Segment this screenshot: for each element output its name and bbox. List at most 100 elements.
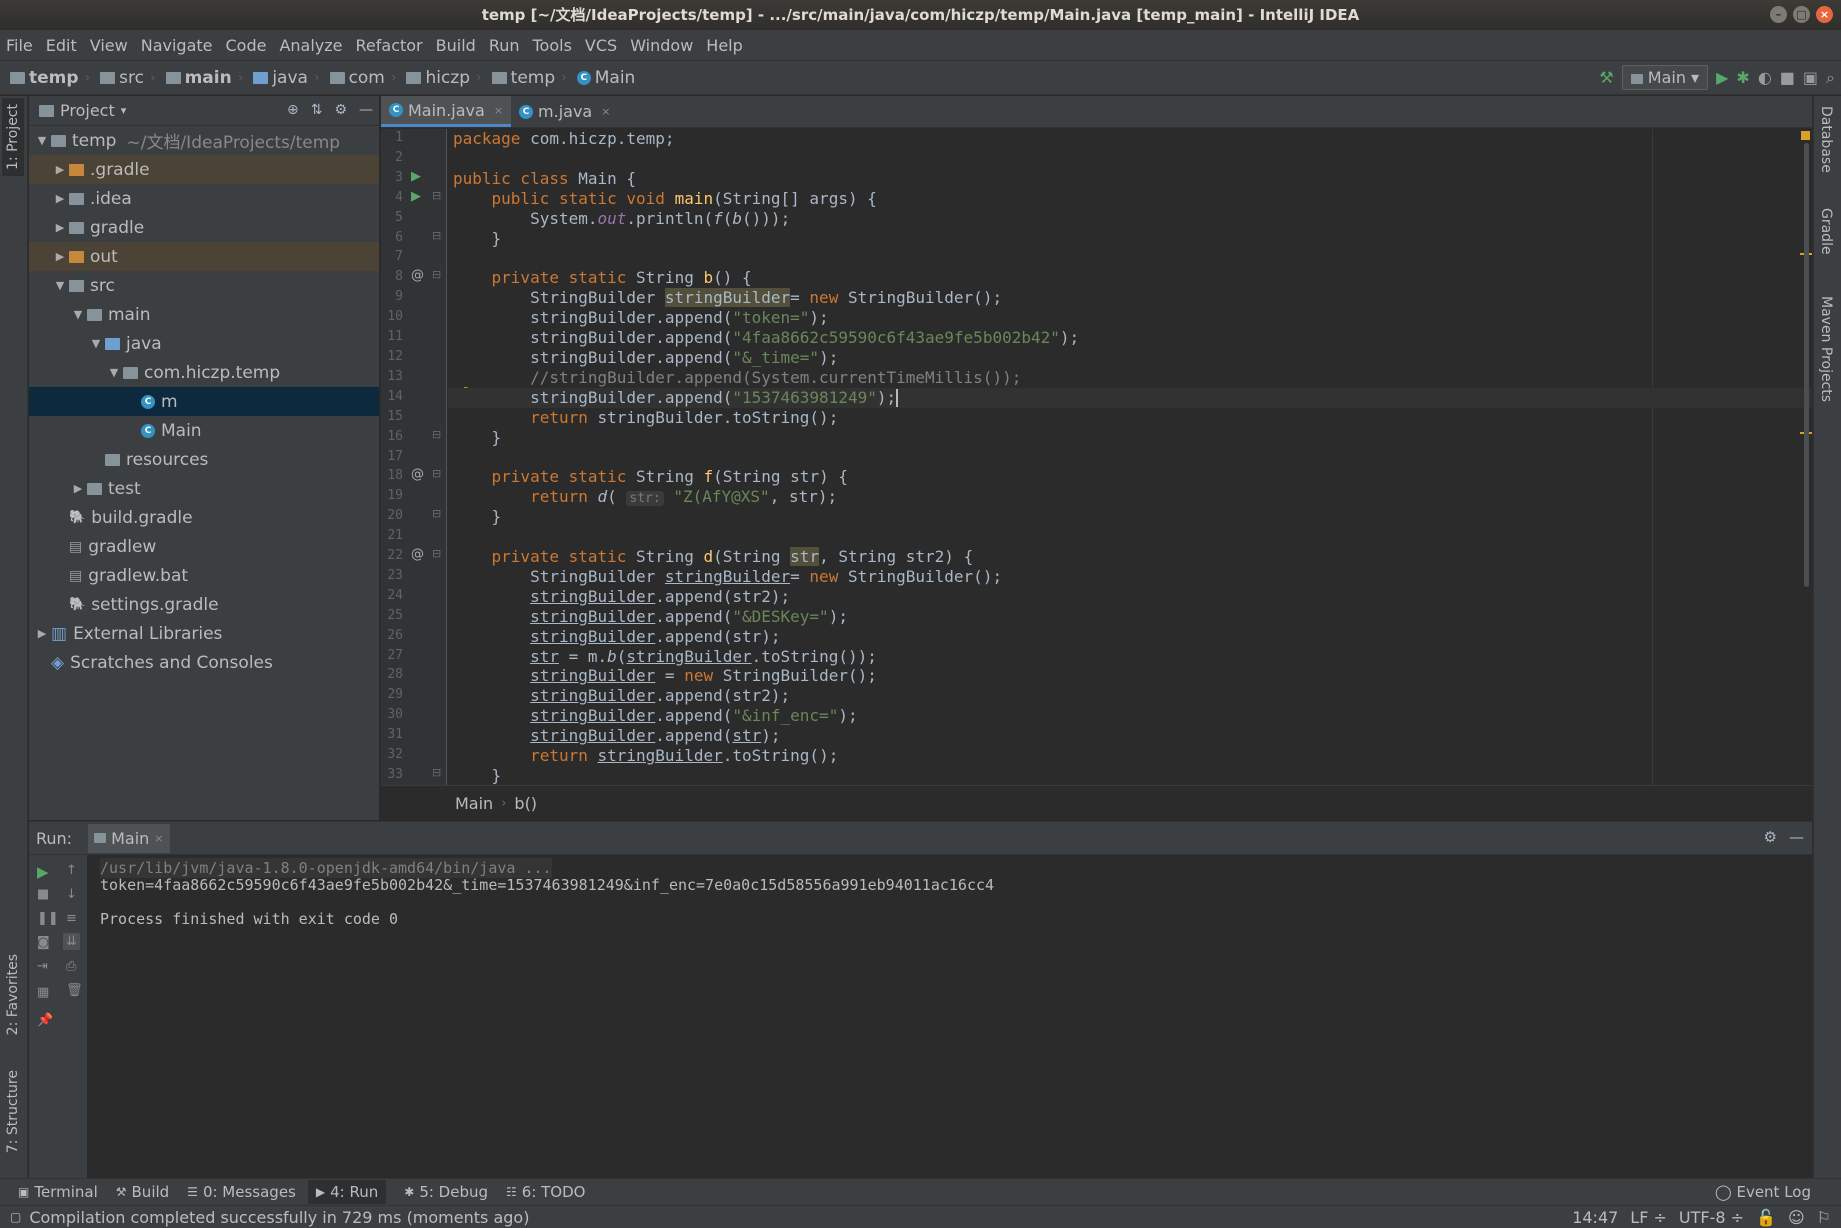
tab-maven-projects[interactable]: Maven Projects bbox=[1818, 296, 1834, 402]
gear-icon[interactable]: ⚙ bbox=[1764, 828, 1777, 846]
bottom-tab-5-debug[interactable]: ✱ 5: Debug bbox=[404, 1183, 488, 1201]
menu-window[interactable]: Window bbox=[630, 36, 693, 55]
tree-item-java[interactable]: ▼ java bbox=[29, 329, 379, 358]
menu-analyze[interactable]: Analyze bbox=[279, 36, 342, 55]
menu-refactor[interactable]: Refactor bbox=[356, 36, 423, 55]
hector-icon[interactable]: ☺ bbox=[1788, 1208, 1805, 1227]
tree-item-scratches-and-consoles[interactable]: ◈ Scratches and Consoles bbox=[29, 648, 379, 677]
tree-item-src[interactable]: ▼ src bbox=[29, 271, 379, 300]
debug-icon[interactable]: ✱ bbox=[1736, 68, 1749, 87]
tree-item-gradlew[interactable]: ▤ gradlew bbox=[29, 532, 379, 561]
run-icon[interactable]: ▶ bbox=[1716, 68, 1728, 87]
tree-item-gradlew-bat[interactable]: ▤ gradlew.bat bbox=[29, 561, 379, 590]
tab-database[interactable]: Database bbox=[1818, 106, 1834, 173]
locate-icon[interactable]: ⊕ bbox=[287, 102, 299, 118]
breadcrumb-class[interactable]: Main bbox=[455, 794, 493, 813]
tree-item-external-libraries[interactable]: ▶ ▥ External Libraries bbox=[29, 619, 379, 648]
maximize-icon[interactable]: □ bbox=[1793, 6, 1810, 23]
lock-icon[interactable]: 🔓 bbox=[1756, 1208, 1776, 1227]
stop-icon[interactable]: ■ bbox=[37, 887, 49, 902]
menu-run[interactable]: Run bbox=[489, 36, 520, 55]
tree-item-test[interactable]: ▶ test bbox=[29, 474, 379, 503]
caret-position[interactable]: 14:47 bbox=[1572, 1208, 1618, 1227]
menu-build[interactable]: Build bbox=[436, 36, 476, 55]
fold-icon[interactable]: ⊟ bbox=[432, 428, 441, 441]
fold-icon[interactable]: ⊟ bbox=[432, 189, 441, 202]
tree-item-main[interactable]: C Main bbox=[29, 416, 379, 445]
breadcrumb-item[interactable]: java bbox=[253, 68, 308, 88]
tab-gradle[interactable]: Gradle bbox=[1818, 208, 1834, 255]
collapsed-arrow-icon[interactable]: ▶ bbox=[69, 482, 87, 495]
menu-view[interactable]: View bbox=[90, 36, 128, 55]
breadcrumb-item[interactable]: hiczp bbox=[406, 68, 470, 88]
line-separator[interactable]: LF ÷ bbox=[1630, 1208, 1667, 1227]
up-arrow-icon[interactable]: ↑ bbox=[66, 863, 77, 878]
fold-icon[interactable]: ⊟ bbox=[432, 268, 441, 281]
fold-icon[interactable]: ⊟ bbox=[432, 766, 441, 779]
collapse-all-icon[interactable]: ⇅ bbox=[311, 102, 323, 118]
breadcrumb-item[interactable]: C Main bbox=[576, 68, 635, 88]
close-icon[interactable]: × bbox=[1816, 6, 1833, 23]
breadcrumb-item[interactable]: temp bbox=[491, 68, 555, 88]
gear-icon[interactable]: ⚙ bbox=[334, 102, 347, 118]
override-gutter-icon[interactable]: @ bbox=[411, 467, 424, 482]
file-encoding[interactable]: UTF-8 ÷ bbox=[1679, 1208, 1744, 1227]
collapsed-arrow-icon[interactable]: ▶ bbox=[33, 627, 51, 640]
menu-tools[interactable]: Tools bbox=[533, 36, 572, 55]
tree-item-temp[interactable]: ▼ temp ~/文档/IdeaProjects/temp bbox=[29, 126, 379, 155]
stop-icon[interactable]: ■ bbox=[1780, 68, 1795, 87]
expanded-arrow-icon[interactable]: ▼ bbox=[51, 279, 69, 292]
tree-item-gradle[interactable]: ▶ gradle bbox=[29, 213, 379, 242]
search-icon[interactable]: ⌕ bbox=[1826, 68, 1835, 88]
tree-item-m[interactable]: Cm bbox=[29, 387, 379, 416]
close-tab-icon[interactable]: × bbox=[601, 105, 610, 118]
fold-icon[interactable]: ⊟ bbox=[432, 507, 441, 520]
camera-icon[interactable]: ◙ bbox=[37, 935, 50, 950]
pin-icon[interactable]: 📌 bbox=[37, 1013, 53, 1028]
trash-icon[interactable]: 🗑 bbox=[66, 983, 83, 998]
tab-project[interactable]: 1: Project bbox=[2, 98, 24, 176]
tree-item-resources[interactable]: resources bbox=[29, 445, 379, 474]
run-configuration-select[interactable]: Main ▾ bbox=[1621, 65, 1709, 90]
tab-m-java[interactable]: Cm.java × bbox=[511, 96, 618, 127]
breadcrumb-item[interactable]: temp bbox=[10, 68, 79, 88]
tree-item--gradle[interactable]: ▶ .gradle bbox=[29, 155, 379, 184]
expanded-arrow-icon[interactable]: ▼ bbox=[33, 134, 51, 147]
tab-favorites[interactable]: 2: Favorites bbox=[2, 948, 24, 1041]
menu-help[interactable]: Help bbox=[706, 36, 742, 55]
soft-wrap-icon[interactable]: ≡ bbox=[66, 911, 77, 926]
menu-vcs[interactable]: VCS bbox=[585, 36, 617, 55]
notifications-icon[interactable]: ⚐ bbox=[1817, 1208, 1831, 1227]
menu-code[interactable]: Code bbox=[226, 36, 267, 55]
collapsed-arrow-icon[interactable]: ▶ bbox=[51, 192, 69, 205]
run-tab-main[interactable]: Main × bbox=[88, 823, 170, 853]
exit-icon[interactable]: ⇥ bbox=[37, 959, 48, 974]
breadcrumb-item[interactable]: src bbox=[100, 68, 144, 88]
tree-item-settings-gradle[interactable]: 🐘 settings.gradle bbox=[29, 590, 379, 619]
override-gutter-icon[interactable]: @ bbox=[411, 268, 424, 283]
breadcrumb-item[interactable]: main bbox=[165, 68, 232, 88]
menu-navigate[interactable]: Navigate bbox=[141, 36, 213, 55]
collapsed-arrow-icon[interactable]: ▶ bbox=[51, 250, 69, 263]
layout-icon[interactable]: ▦ bbox=[37, 985, 49, 1000]
editor-scrollbar[interactable] bbox=[1804, 143, 1809, 587]
run-gutter-icon[interactable]: ▶ bbox=[411, 169, 421, 184]
tree-item--idea[interactable]: ▶ .idea bbox=[29, 184, 379, 213]
console-output[interactable]: /usr/lib/jvm/java-1.8.0-openjdk-amd64/bi… bbox=[100, 856, 1812, 1178]
tree-item-main[interactable]: ▼ main bbox=[29, 300, 379, 329]
hide-icon[interactable]: — bbox=[1789, 828, 1804, 846]
run-gutter-icon[interactable]: ▶ bbox=[411, 189, 421, 204]
tab-main-java[interactable]: C Main.java × bbox=[381, 96, 512, 127]
override-gutter-icon[interactable]: @ bbox=[411, 547, 424, 562]
down-arrow-icon[interactable]: ↓ bbox=[66, 887, 77, 902]
event-log-button[interactable]: ◯ Event Log bbox=[1715, 1183, 1811, 1201]
menu-file[interactable]: File bbox=[6, 36, 33, 55]
collapsed-arrow-icon[interactable]: ▶ bbox=[51, 221, 69, 234]
project-view-select[interactable]: Project bbox=[60, 101, 115, 120]
tab-structure[interactable]: 7: Structure bbox=[2, 1064, 24, 1159]
menu-edit[interactable]: Edit bbox=[46, 36, 77, 55]
scroll-to-end-icon[interactable]: ⇊ bbox=[63, 933, 80, 950]
collapsed-arrow-icon[interactable]: ▶ bbox=[51, 163, 69, 176]
breadcrumb-method[interactable]: b() bbox=[514, 794, 537, 813]
bottom-tab-4-run[interactable]: ▶ 4: Run bbox=[307, 1180, 387, 1204]
